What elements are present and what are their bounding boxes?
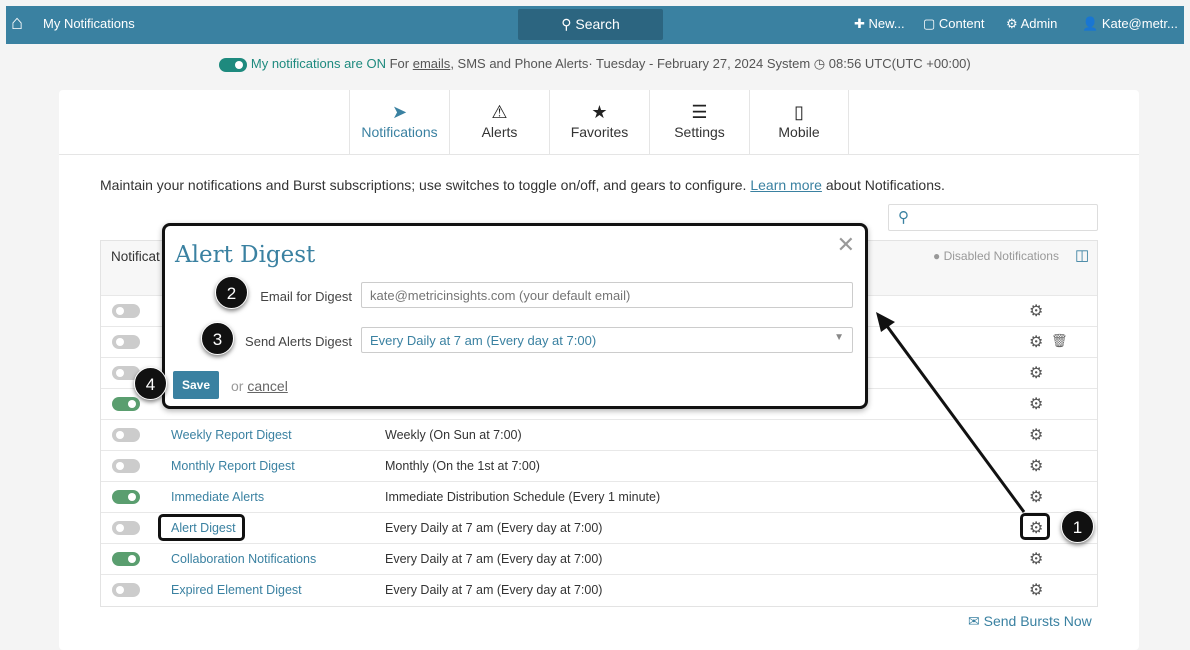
step-badge-1: 1 <box>1061 510 1094 543</box>
chevron-down-icon: ▼ <box>834 332 844 343</box>
select-value: Every Daily at 7 am (Every day at 7:00) <box>370 333 597 348</box>
step-badge-2: 2 <box>215 276 248 309</box>
save-button[interactable]: Save <box>173 371 219 399</box>
close-icon[interactable]: ✕ <box>837 232 855 258</box>
send-digest-label: Send Alerts Digest <box>245 334 352 349</box>
dialog-title: Alert Digest <box>175 242 316 268</box>
email-label: Email for Digest <box>260 289 352 304</box>
email-input[interactable] <box>361 282 853 308</box>
step-badge-4: 4 <box>134 367 167 400</box>
cancel-link[interactable]: cancel <box>247 378 287 394</box>
or-text: or <box>231 378 244 394</box>
step-badge-3: 3 <box>201 322 234 355</box>
send-digest-select[interactable]: Every Daily at 7 am (Every day at 7:00) ▼ <box>361 327 853 353</box>
alert-digest-dialog: Alert Digest ✕ Email for Digest Send Ale… <box>162 223 868 409</box>
